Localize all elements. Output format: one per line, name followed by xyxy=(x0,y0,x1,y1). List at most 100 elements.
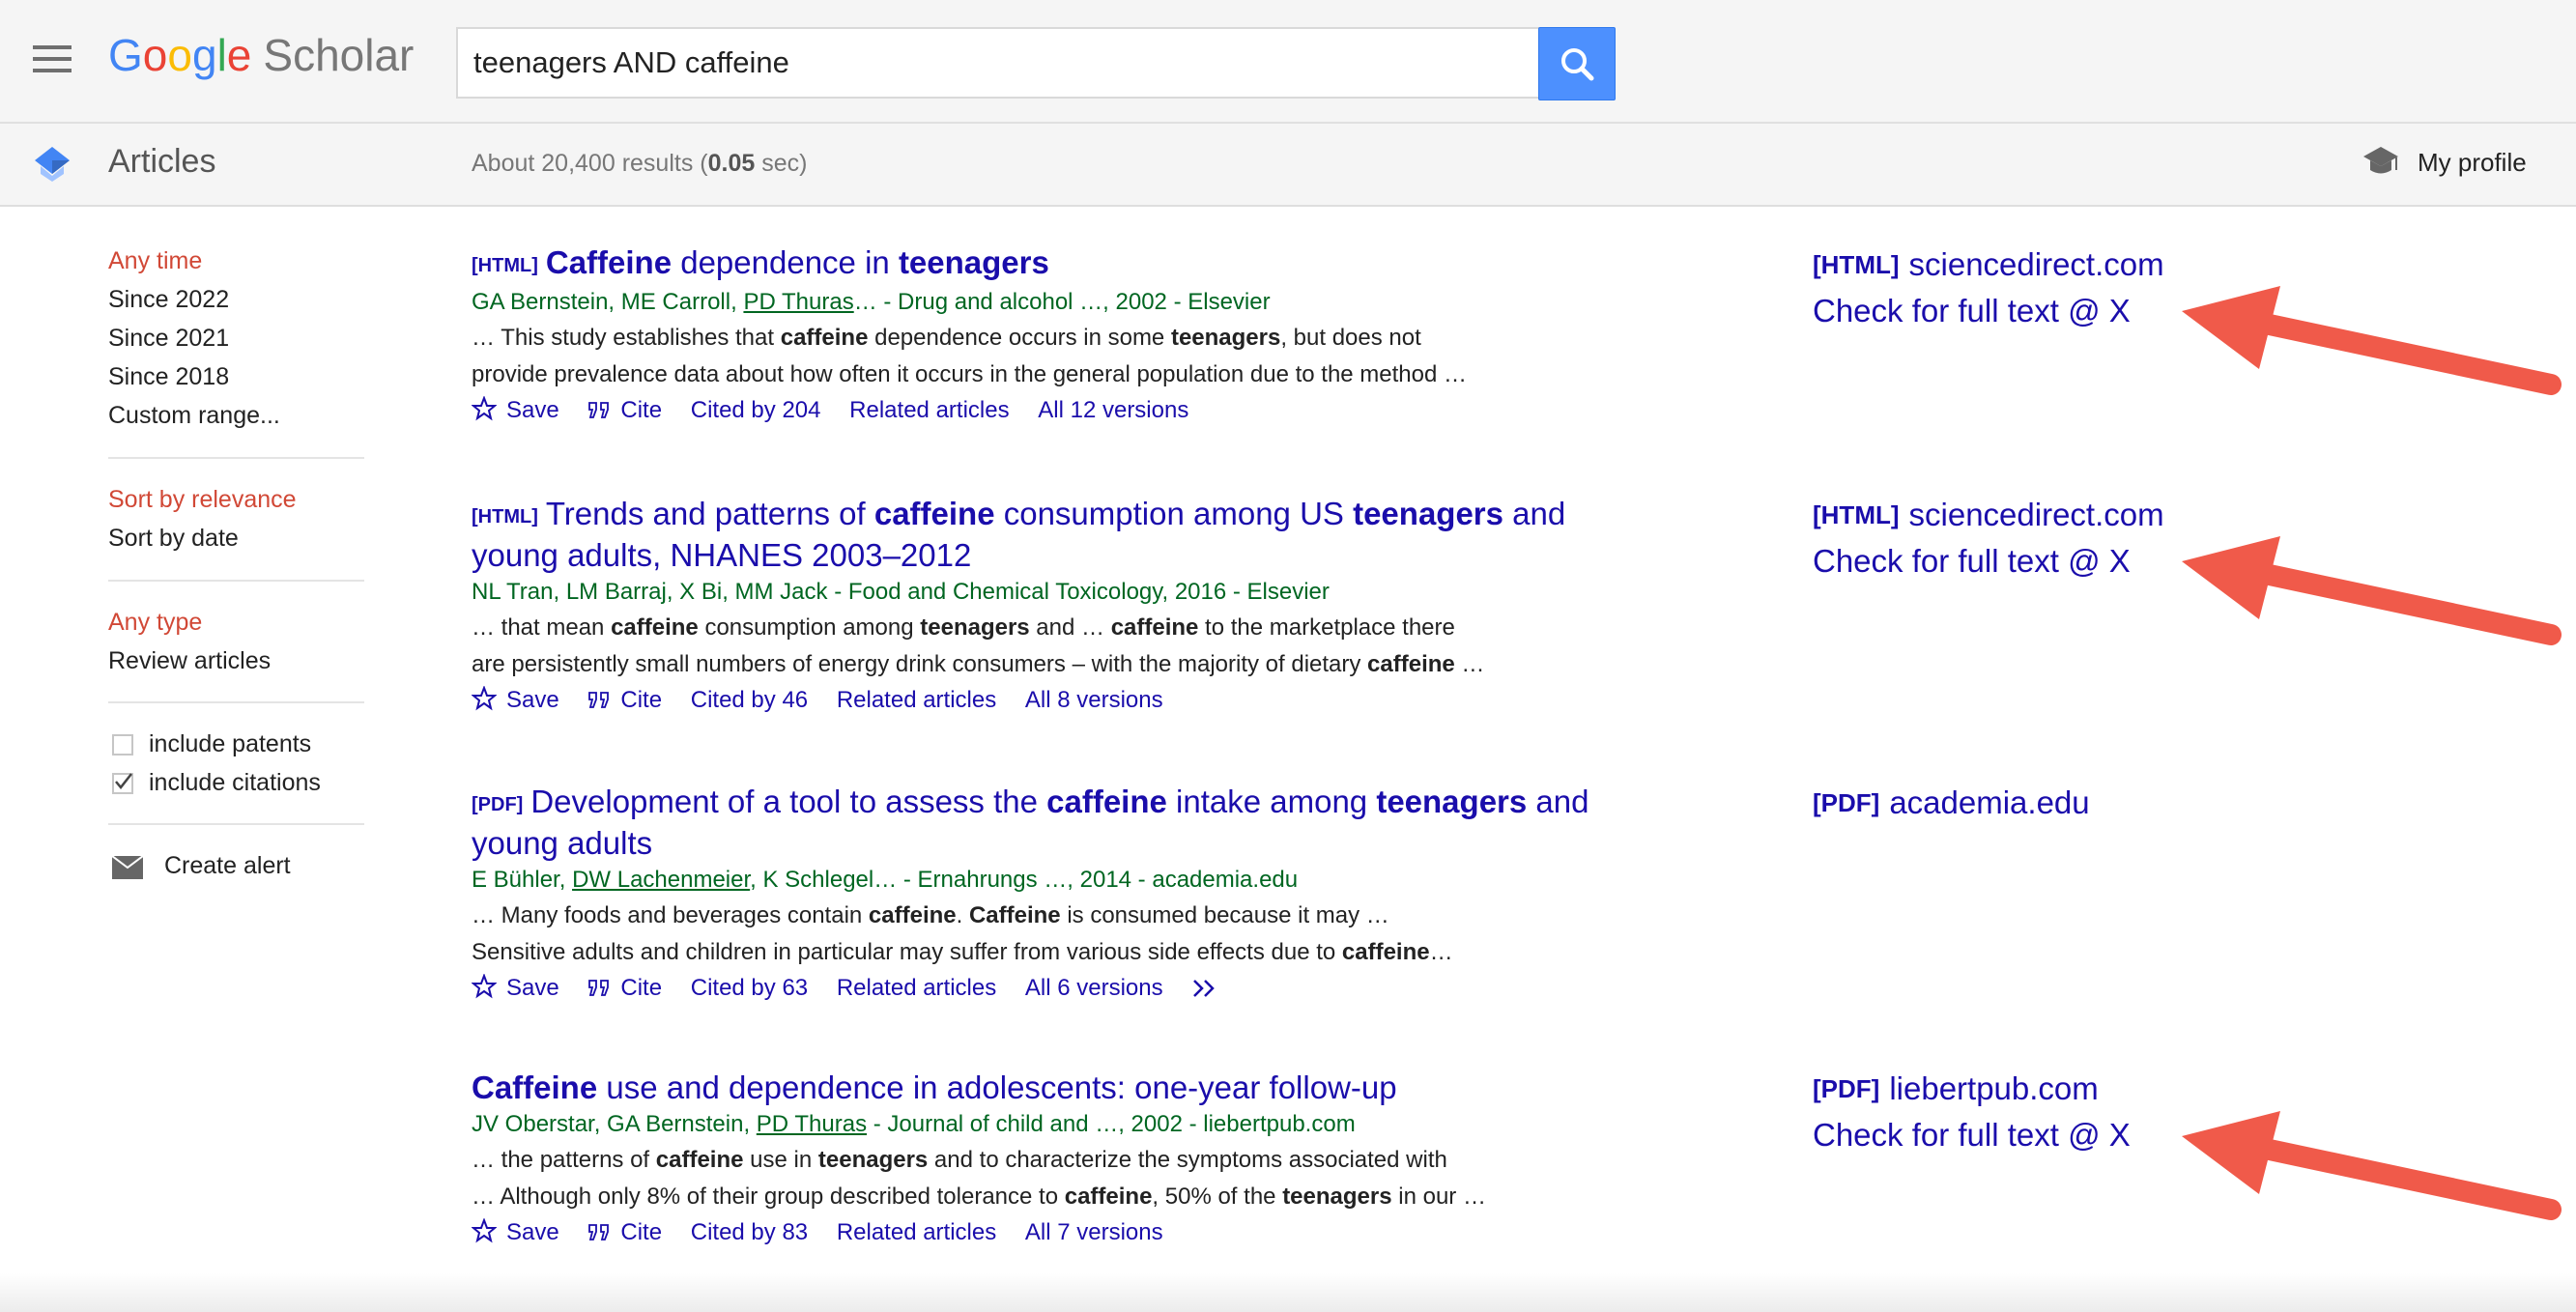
search-button[interactable] xyxy=(1538,27,1616,100)
star-icon xyxy=(471,395,498,421)
filter-since-2018[interactable]: Since 2018 xyxy=(108,363,229,391)
cited-by-link[interactable]: Cited by 204 xyxy=(691,395,821,426)
snippet-highlight: caffeine xyxy=(868,902,957,928)
check-full-text-link[interactable]: Check for full text @ X xyxy=(1813,538,2131,585)
full-text-link[interactable]: [PDF] academia.edu xyxy=(1813,780,2090,826)
author-link[interactable]: PD Thuras xyxy=(743,289,853,315)
result-actions: Save Cite Cited by 83 Related articles A… xyxy=(471,1217,1650,1248)
cite-label: Cite xyxy=(620,975,663,1001)
google-scholar-logo[interactable]: Google Scholar xyxy=(108,29,414,81)
result-title-link[interactable]: [HTML] Caffeine dependence in teenagers xyxy=(472,243,1650,285)
all-versions-link[interactable]: All 8 versions xyxy=(1025,685,1163,716)
full-text-domain: sciencedirect.com xyxy=(1908,497,2164,532)
result-title-link[interactable]: Caffeine use and dependence in adolescen… xyxy=(472,1069,1650,1107)
related-articles-link[interactable]: Related articles xyxy=(837,685,996,716)
sort-by-relevance[interactable]: Sort by relevance xyxy=(108,486,297,514)
all-versions-link[interactable]: All 12 versions xyxy=(1038,395,1188,426)
title-text: intake among xyxy=(1166,784,1377,819)
snippet-text: use in xyxy=(743,1147,818,1173)
sidebar-divider xyxy=(108,457,364,459)
snippet-highlight: teenagers xyxy=(920,614,1030,641)
more-options-button[interactable] xyxy=(1191,973,1230,1004)
format-tag: [PDF] xyxy=(1813,1074,1880,1103)
authors-text: JV Oberstar, GA Bernstein, xyxy=(472,1111,757,1137)
full-text-link[interactable]: [HTML] sciencedirect.com xyxy=(1813,492,2164,538)
cite-button[interactable]: Cite xyxy=(587,1217,662,1248)
result-title-link[interactable]: [PDF] Development of a tool to assess the… xyxy=(472,783,1650,863)
cited-by-link[interactable]: Cited by 63 xyxy=(691,973,808,1004)
full-text-link[interactable]: [PDF] liebertpub.com xyxy=(1813,1066,2099,1112)
cite-button[interactable]: Cite xyxy=(587,395,662,426)
author-link[interactable]: PD Thuras xyxy=(757,1111,867,1137)
save-button[interactable]: Save xyxy=(471,1217,559,1248)
save-button[interactable]: Save xyxy=(471,973,559,1004)
save-label: Save xyxy=(506,975,559,1001)
title-text: Development of a tool to assess the xyxy=(530,784,1047,819)
save-button[interactable]: Save xyxy=(471,395,559,426)
hamburger-menu-icon[interactable] xyxy=(33,45,72,74)
result-title-link[interactable]: [HTML] Trends and patterns of caffeine co… xyxy=(472,495,1650,575)
cite-button[interactable]: Cite xyxy=(587,973,662,1004)
envelope-icon xyxy=(112,856,143,879)
related-articles-link[interactable]: Related articles xyxy=(837,1217,996,1248)
snippet-text: to the marketplace there xyxy=(1198,614,1455,641)
cite-button[interactable]: Cite xyxy=(587,685,662,716)
all-versions-link[interactable]: All 6 versions xyxy=(1025,973,1163,1004)
filter-since-2022[interactable]: Since 2022 xyxy=(108,286,229,314)
snippet-text: are persistently small numbers of energy… xyxy=(472,651,1368,677)
result-item: [PDF] Development of a tool to assess the… xyxy=(471,783,1650,1004)
filter-review-articles[interactable]: Review articles xyxy=(108,647,271,675)
logo-letter: G xyxy=(108,30,143,80)
related-articles-link[interactable]: Related articles xyxy=(849,395,1009,426)
full-text-link[interactable]: [HTML] sciencedirect.com xyxy=(1813,242,2164,288)
snippet-text: … Although only 8% of their group descri… xyxy=(472,1184,1065,1210)
snippet-text: … xyxy=(1454,651,1485,677)
cited-by-link[interactable]: Cited by 46 xyxy=(691,685,808,716)
snippet-highlight: caffeine xyxy=(1064,1184,1153,1210)
snippet-highlight: caffeine xyxy=(1367,651,1455,677)
format-tag: [HTML] xyxy=(472,255,538,276)
filter-any-type[interactable]: Any type xyxy=(108,609,202,637)
title-highlight: Caffeine xyxy=(472,1070,598,1105)
arrow-annotation xyxy=(2182,286,2562,395)
include-patents-label[interactable]: include patents xyxy=(149,730,311,758)
filter-since-2021[interactable]: Since 2021 xyxy=(108,325,229,353)
check-full-text-link[interactable]: Check for full text @ X xyxy=(1813,288,2131,334)
authors-text: GA Bernstein, ME Carroll, xyxy=(472,289,744,315)
include-patents-checkbox[interactable] xyxy=(112,734,133,756)
snippet-text: dependence occurs in some xyxy=(868,325,1171,351)
logo-letter: o xyxy=(167,30,192,80)
title-text: young adults, NHANES 2003–2012 xyxy=(472,537,972,573)
sidebar-divider xyxy=(108,701,364,703)
result-actions: Save Cite Cited by 63 Related articles A… xyxy=(471,973,1650,1004)
related-articles-link[interactable]: Related articles xyxy=(837,973,996,1004)
quote-icon xyxy=(588,1224,610,1241)
include-citations-label[interactable]: include citations xyxy=(149,769,321,797)
include-citations-checkbox[interactable] xyxy=(112,773,133,794)
results-count: About 20,400 results (0.05 sec) xyxy=(472,150,807,178)
results-prefix: About 20,400 results ( xyxy=(472,150,708,177)
save-button[interactable]: Save xyxy=(471,685,559,716)
save-label: Save xyxy=(506,687,559,713)
snippet-text: Sensitive adults and children in particu… xyxy=(472,939,1342,965)
snippet-text: . xyxy=(956,902,969,928)
snippet-text: … the patterns of xyxy=(472,1147,656,1173)
create-alert-label: Create alert xyxy=(164,852,291,879)
section-label: Articles xyxy=(108,143,216,180)
search-input[interactable] xyxy=(456,27,1540,99)
filter-any-time[interactable]: Any time xyxy=(108,247,202,275)
all-versions-link[interactable]: All 7 versions xyxy=(1025,1217,1163,1248)
snippet-highlight: caffeine xyxy=(655,1147,744,1173)
filter-custom-range[interactable]: Custom range... xyxy=(108,402,280,430)
author-link[interactable]: DW Lachenmeier xyxy=(572,867,750,893)
title-text: and xyxy=(1527,784,1589,819)
cited-by-link[interactable]: Cited by 83 xyxy=(691,1217,808,1248)
checkmark-icon xyxy=(115,773,132,789)
title-highlight: caffeine xyxy=(1046,784,1167,819)
check-full-text-link[interactable]: Check for full text @ X xyxy=(1813,1112,2131,1158)
quote-icon xyxy=(588,692,610,708)
save-label: Save xyxy=(506,1219,559,1245)
snippet-text: , but does not xyxy=(1280,325,1421,351)
logo-letter: g xyxy=(191,30,217,80)
sort-by-date[interactable]: Sort by date xyxy=(108,525,239,553)
